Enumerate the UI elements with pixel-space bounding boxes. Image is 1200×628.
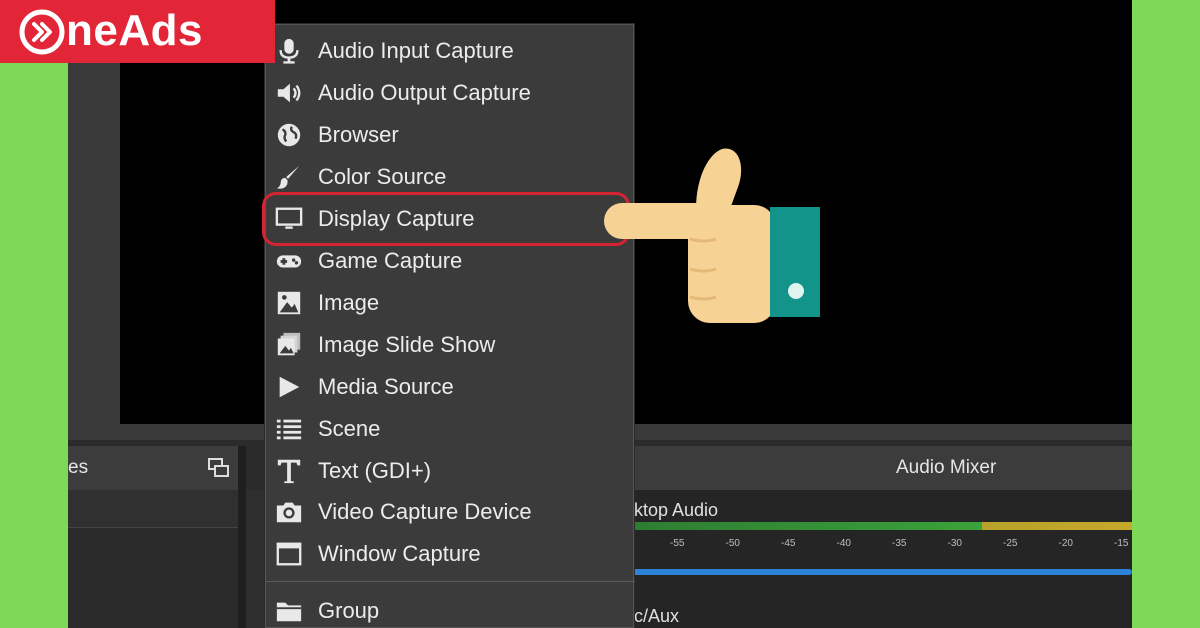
camera-icon [272, 497, 306, 527]
mixer-channel-desktop-audio: ktop Audio [634, 500, 719, 520]
menu-separator [266, 581, 635, 582]
menu-item-label: Audio Output Capture [318, 80, 531, 105]
display-capture-highlight [262, 192, 630, 246]
pointing-hand-icon [604, 148, 820, 323]
folder-icon [272, 596, 306, 626]
menu-item-label: Image Slide Show [318, 332, 496, 357]
globe-icon [272, 120, 306, 150]
brand-logo: neAds [0, 0, 275, 63]
mixer-dock-header: Audio Mixer [632, 446, 1132, 490]
meter-tick-label: -50 [725, 538, 740, 549]
logo-text: neAds [66, 6, 203, 55]
dock-splitter[interactable] [238, 446, 246, 628]
volume-slider[interactable] [632, 569, 1132, 575]
preview-border [68, 0, 120, 440]
menu-item-label: Window Capture [318, 541, 481, 566]
add-source-menu: Audio Input Capture Audio Output Capture B… [265, 24, 635, 628]
menu-item-label: Browser [318, 122, 399, 147]
mixer-dock-title: Audio Mixer [896, 457, 997, 478]
menu-item-label: Media Source [318, 374, 454, 399]
sources-dock-header: es [68, 446, 238, 490]
undock-icon[interactable] [208, 458, 230, 478]
window-icon [272, 539, 306, 569]
play-icon [272, 372, 306, 402]
brush-icon [272, 162, 306, 192]
menu-item-label: Image [318, 290, 380, 315]
gamepad-icon [272, 246, 306, 276]
menu-item-image-slide-show[interactable]: Image Slide Show [266, 324, 635, 366]
menu-item-label: Game Capture [318, 248, 463, 273]
meter-tick-label: -45 [781, 538, 796, 549]
meter-tick-label: -40 [836, 538, 851, 549]
menu-item-text-gdi[interactable]: Text (GDI+) [266, 450, 635, 492]
menu-item-image[interactable]: Image [266, 282, 635, 324]
oneads-logo-icon [19, 9, 65, 55]
menu-item-label: Scene [318, 416, 381, 441]
menu-item-scene[interactable]: Scene [266, 408, 635, 450]
sources-dock-title: es [68, 457, 89, 478]
meter-tick-label: -25 [1003, 538, 1018, 549]
menu-item-label: Audio Input Capture [318, 38, 514, 63]
menu-item-media-source[interactable]: Media Source [266, 366, 635, 408]
slideshow-icon [272, 330, 306, 360]
speaker-icon [272, 78, 306, 108]
meter-tick-label: -20 [1058, 538, 1073, 549]
menu-item-label: Video Capture Device [318, 499, 532, 524]
meter-tick-label: -35 [892, 538, 907, 549]
microphone-icon [272, 36, 306, 66]
menu-item-audio-input-capture[interactable]: Audio Input Capture [266, 30, 635, 72]
menu-item-window-capture[interactable]: Window Capture [266, 533, 635, 575]
menu-item-game-capture[interactable]: Game Capture [266, 240, 635, 282]
menu-item-audio-output-capture[interactable]: Audio Output Capture [266, 72, 635, 114]
image-icon [272, 288, 306, 318]
sources-list-row[interactable] [68, 490, 238, 528]
menu-item-group[interactable]: Group [266, 590, 635, 628]
menu-item-label: Group [318, 598, 380, 623]
meter-tick-label: -15 [1114, 538, 1129, 549]
mixer-channel-mic-aux: c/Aux [634, 606, 680, 626]
meter-ticks: -55 -50 -45 -40 -35 -30 -25 -20 -15 [600, 538, 1128, 558]
volume-meter [632, 522, 1132, 530]
menu-item-label: Text (GDI+) [318, 458, 432, 483]
meter-tick-label: -55 [670, 538, 685, 549]
menu-item-video-capture-device[interactable]: Video Capture Device [266, 491, 635, 533]
menu-item-browser[interactable]: Browser [266, 114, 635, 156]
text-icon [272, 456, 306, 486]
meter-tick-label: -30 [947, 538, 962, 549]
list-icon [272, 414, 306, 444]
